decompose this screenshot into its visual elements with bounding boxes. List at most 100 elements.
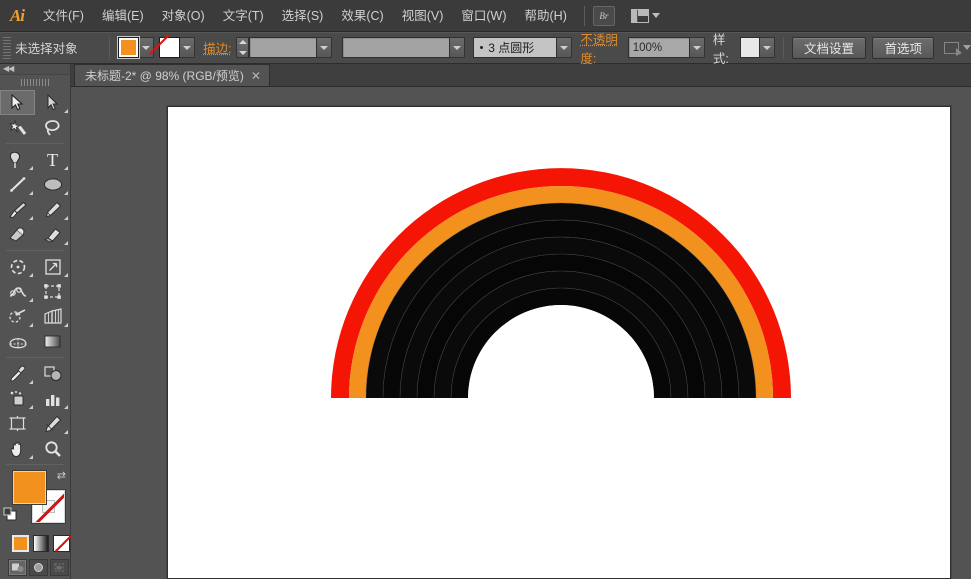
menu-edit[interactable]: 编辑(E) <box>93 4 153 28</box>
hand-tool[interactable] <box>0 436 35 461</box>
menu-select[interactable]: 选择(S) <box>273 4 333 28</box>
shape-builder-tool[interactable] <box>0 304 35 329</box>
slice-tool[interactable] <box>35 411 70 436</box>
stroke-panel-link[interactable]: 描边: <box>203 38 231 57</box>
pen-tool[interactable] <box>0 147 35 172</box>
draw-behind-button[interactable] <box>29 559 48 576</box>
eyedropper-tool[interactable] <box>0 361 35 386</box>
line-segment-tool[interactable] <box>0 172 35 197</box>
graphic-style-swatch[interactable] <box>740 37 760 58</box>
opacity-dropdown[interactable] <box>690 37 705 58</box>
chevron-down-icon <box>763 46 771 50</box>
rotate-tool[interactable] <box>0 254 35 279</box>
menu-type[interactable]: 文字(T) <box>214 4 273 28</box>
stroke-color-control[interactable] <box>159 37 195 58</box>
brush-definition-dropdown[interactable] <box>557 37 572 58</box>
pencil-tool[interactable] <box>35 197 70 222</box>
scale-tool[interactable] <box>35 254 70 279</box>
direct-selection-tool[interactable] <box>35 90 70 115</box>
arrow-solid-icon <box>10 94 25 111</box>
menu-view[interactable]: 视图(V) <box>393 4 453 28</box>
toolbox-grip[interactable] <box>0 75 70 90</box>
lasso-icon <box>43 119 62 136</box>
tool-more-indicator <box>64 109 68 113</box>
width-profile-dropdown[interactable] <box>450 37 465 58</box>
fill-color-box[interactable] <box>13 471 46 504</box>
width-profile-input[interactable] <box>342 37 450 58</box>
gradient-tool[interactable] <box>35 329 70 354</box>
column-graph-icon <box>43 391 62 407</box>
collapse-panel-icon[interactable]: ◀◀ <box>3 65 13 73</box>
document-setup-button[interactable]: 文档设置 <box>792 37 866 59</box>
default-fill-stroke-icon[interactable] <box>3 507 19 528</box>
blend-tool[interactable] <box>35 361 70 386</box>
close-icon[interactable]: ✕ <box>251 70 261 82</box>
graphic-style-dropdown[interactable] <box>760 37 775 58</box>
draw-normal-button[interactable] <box>8 559 27 576</box>
opacity-control[interactable]: 100% <box>628 37 705 58</box>
control-bar-grip[interactable] <box>3 37 11 59</box>
lasso-tool[interactable] <box>35 115 70 140</box>
stroke-color-swatch[interactable] <box>159 37 180 58</box>
tool-more-indicator <box>64 216 68 220</box>
menu-object[interactable]: 对象(O) <box>153 4 214 28</box>
control-divider-1 <box>109 37 110 59</box>
arrange-documents-button[interactable] <box>631 9 660 23</box>
symbol-sprayer-tool[interactable] <box>0 386 35 411</box>
selection-tool[interactable] <box>0 90 35 115</box>
toolbox-header[interactable]: ◀◀ <box>0 64 70 75</box>
opacity-panel-link[interactable]: 不透明度: <box>580 29 623 67</box>
drawing-mode-buttons <box>8 559 70 576</box>
canvas-area[interactable] <box>71 87 971 579</box>
menu-effect[interactable]: 效果(C) <box>332 4 392 28</box>
tool-more-indicator <box>64 191 68 195</box>
artboard[interactable] <box>167 106 951 579</box>
fill-color-control[interactable] <box>118 37 154 58</box>
paintbrush-tool[interactable] <box>0 197 35 222</box>
stroke-color-dropdown[interactable] <box>180 37 195 58</box>
stroke-weight-input[interactable] <box>249 37 317 58</box>
stroke-weight-dropdown[interactable] <box>317 37 332 58</box>
zoom-tool[interactable] <box>35 436 70 461</box>
tool-more-indicator <box>29 166 33 170</box>
stroke-weight-control[interactable] <box>236 37 332 58</box>
ellipse-tool[interactable] <box>35 172 70 197</box>
draw-inside-button[interactable] <box>50 559 69 576</box>
width-tool[interactable] <box>0 279 35 304</box>
fill-color-dropdown[interactable] <box>139 37 154 58</box>
width-icon <box>8 283 28 301</box>
fill-color-swatch[interactable] <box>118 37 139 58</box>
variable-width-profile-control[interactable] <box>342 37 465 58</box>
ellipse-icon <box>43 177 63 192</box>
stroke-weight-stepper[interactable] <box>236 37 249 58</box>
preferences-button[interactable]: 首选项 <box>872 37 934 59</box>
menu-file[interactable]: 文件(F) <box>34 4 93 28</box>
magic-wand-tool[interactable] <box>0 115 35 140</box>
swap-fill-stroke-icon[interactable]: ⇄ <box>57 469 66 482</box>
none-swatch-button[interactable] <box>53 535 70 552</box>
mesh-tool[interactable] <box>0 329 35 354</box>
control-bar-overflow-button[interactable] <box>944 42 971 54</box>
gradient-swatch-button[interactable] <box>33 535 50 552</box>
artboard-icon <box>8 415 27 432</box>
blob-brush-tool[interactable] <box>0 222 35 247</box>
menu-help[interactable]: 帮助(H) <box>516 4 576 28</box>
type-tool[interactable]: T <box>35 147 70 172</box>
eraser-tool[interactable] <box>35 222 70 247</box>
brush-definition-control[interactable]: 3 点圆形 <box>473 37 572 58</box>
color-swatch-button[interactable] <box>12 535 29 552</box>
perspective-grid-tool[interactable] <box>35 304 70 329</box>
opacity-input[interactable]: 100% <box>628 37 690 58</box>
document-tab[interactable]: 未标题-2* @ 98% (RGB/预览) ✕ <box>74 64 270 86</box>
column-graph-tool[interactable] <box>35 386 70 411</box>
free-transform-tool[interactable] <box>35 279 70 304</box>
brush-definition-value[interactable]: 3 点圆形 <box>473 37 557 58</box>
toolbox-group-draw: T <box>0 147 70 247</box>
menu-window[interactable]: 窗口(W) <box>452 4 515 28</box>
free-transform-icon <box>43 283 62 300</box>
artboard-tool[interactable] <box>0 411 35 436</box>
rainbow-artwork[interactable] <box>168 107 952 579</box>
graphic-style-control[interactable] <box>740 37 775 58</box>
go-to-bridge-icon[interactable]: Br <box>593 6 615 26</box>
document-tab-title: 未标题-2* @ 98% (RGB/预览) <box>85 67 244 84</box>
